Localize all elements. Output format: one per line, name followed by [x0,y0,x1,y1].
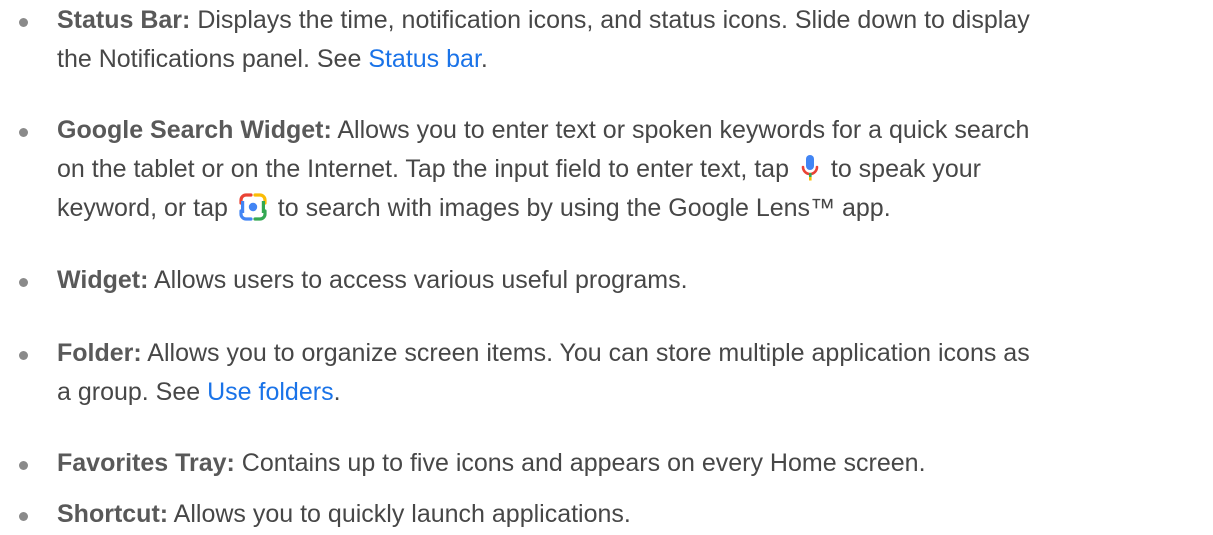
list-item-line: Status Bar: Displays the time, notificat… [57,2,1207,38]
microphone-icon [800,154,820,192]
bullet-list: Status Bar: Displays the time, notificat… [0,0,1213,535]
description-text: Contains up to five icons and appears on… [234,449,926,477]
bullet-dot [19,512,28,521]
bullet-dot [19,278,28,287]
term-label: Favorites Tray: [57,449,235,477]
list-item-line: Folder: Allows you to organize screen it… [57,335,1207,371]
bullet-dot [19,128,28,137]
description-text: keyword, or tap [57,194,235,222]
term-label: Folder: [57,339,142,367]
description-text: a group. See [57,378,208,406]
description-text: Allows users to access various useful pr… [148,266,688,294]
description-text: . [480,45,488,73]
bullet-dot [19,461,28,470]
description-text: . [333,378,341,406]
term-label: Status Bar: [57,6,191,34]
list-item-line: the Notifications panel. See Status bar. [57,41,1207,77]
bullet-dot [19,351,28,360]
status-bar-link[interactable]: Status bar [368,45,481,73]
description-text: Allows you to enter text or spoken keywo… [331,116,1030,144]
use-folders-link[interactable]: Use folders [207,378,333,406]
bullet-dot [19,18,28,27]
list-item-line: keyword, or tap to search with images by… [57,190,1207,231]
list-item-line: a group. See Use folders. [57,374,1207,410]
term-label: Widget: [57,266,149,294]
description-text: the Notifications panel. See [57,45,369,73]
description-text: to speak your [823,155,981,183]
list-item-line: Favorites Tray: Contains up to five icon… [57,445,1207,481]
description-text: Allows you to organize screen items. You… [141,339,1030,367]
list-item-line: Shortcut: Allows you to quickly launch a… [57,496,1207,532]
term-label: Shortcut: [57,500,169,528]
description-text: Allows you to quickly launch application… [168,500,631,528]
term-label: Google Search Widget: [57,116,332,144]
description-text: on the tablet or on the Internet. Tap th… [57,155,796,183]
list-item-line: Google Search Widget: Allows you to ente… [57,112,1207,148]
description-text: Displays the time, notification icons, a… [190,6,1030,34]
description-text: to search with images by using the Googl… [270,194,891,222]
list-item-line: on the tablet or on the Internet. Tap th… [57,151,1207,192]
google-lens-icon [239,193,267,231]
list-item-line: Widget: Allows users to access various u… [57,262,1207,298]
